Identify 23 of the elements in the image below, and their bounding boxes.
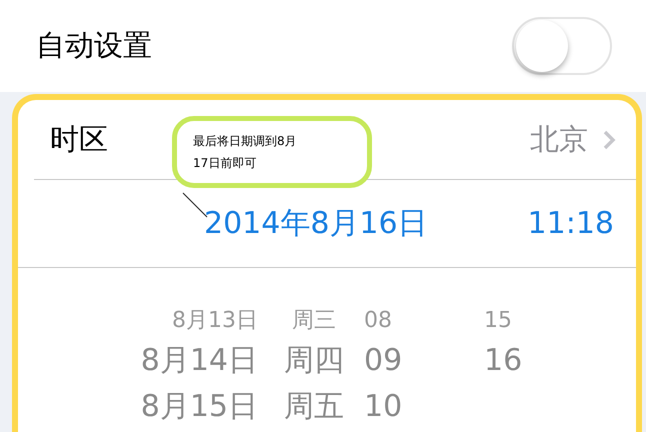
picker-date: 8月15日 xyxy=(140,392,258,422)
picker-date: 8月14日 xyxy=(140,346,258,376)
date-value: 2014年8月16日 xyxy=(204,205,428,243)
time-value: 11:18 xyxy=(528,205,614,243)
picker-date: 8月13日 xyxy=(171,310,258,332)
picker-hour: 08 xyxy=(364,310,393,332)
picker-hour: 10 xyxy=(364,392,404,422)
picker-minute: 15 xyxy=(484,310,513,332)
picker-weekday: 周三 xyxy=(291,310,337,332)
picker-hour: 09 xyxy=(364,346,404,376)
chevron-icon xyxy=(602,128,616,150)
date-picker[interactable]: 8月13日 周三 08 15 8月14日 周四 09 16 8月15日 周五 10 xyxy=(18,268,636,432)
row-label: 时区 xyxy=(50,120,108,158)
row-label: 自动设置 xyxy=(36,27,152,64)
toggle-switch[interactable] xyxy=(512,17,612,75)
picker-weekday: 周四 xyxy=(283,346,345,376)
toggle-knob xyxy=(516,20,568,72)
picker-weekday: 周五 xyxy=(283,392,345,422)
annotation-text: 最后将日期调到8月 xyxy=(193,133,298,149)
timezone-value: 北京 xyxy=(530,120,588,158)
picker-minute: 16 xyxy=(484,346,524,376)
leader-line xyxy=(182,192,208,218)
annotation-text: 17日前即可 xyxy=(193,155,258,171)
